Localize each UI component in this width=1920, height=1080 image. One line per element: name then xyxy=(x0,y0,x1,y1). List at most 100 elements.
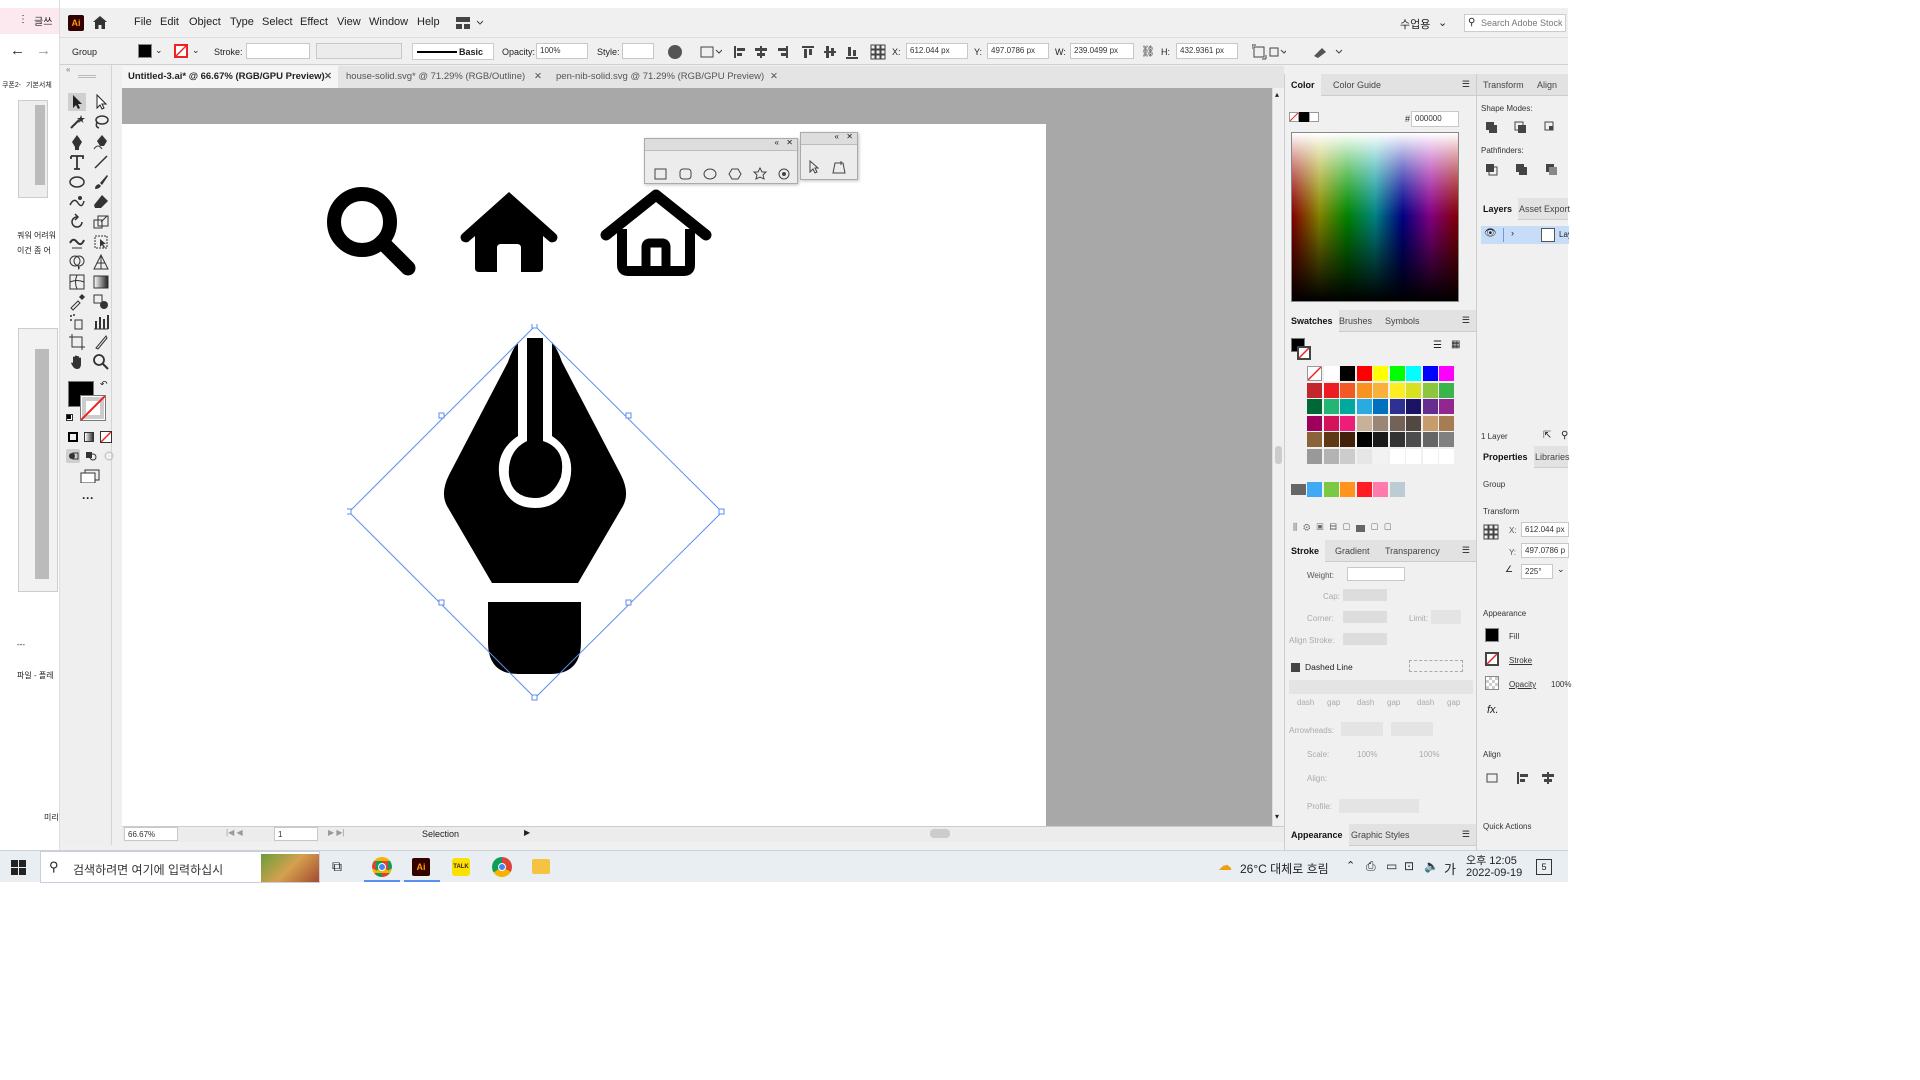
close-icon[interactable]: ✕ xyxy=(324,66,332,88)
arrowhead-end-select[interactable] xyxy=(1391,722,1433,736)
color-swatch[interactable] xyxy=(1307,366,1322,381)
menu-view[interactable]: View xyxy=(337,16,361,28)
workspace-layout-icon[interactable] xyxy=(456,17,486,29)
align-to-icon[interactable] xyxy=(700,45,722,59)
list-view-icon[interactable]: ☰ xyxy=(1433,340,1442,351)
tab-brushes[interactable]: Brushes xyxy=(1333,310,1378,332)
cap-buttons[interactable] xyxy=(1343,589,1387,601)
anchor-point-tools[interactable] xyxy=(807,159,851,175)
dashed-line-checkbox[interactable] xyxy=(1291,663,1300,672)
align-buttons[interactable] xyxy=(732,44,862,60)
forward-arrow-icon[interactable]: → xyxy=(36,42,51,59)
limit-field[interactable] xyxy=(1431,610,1461,624)
tab-align[interactable]: Align xyxy=(1531,74,1563,96)
color-swatch[interactable] xyxy=(1340,382,1355,398)
home-icon[interactable] xyxy=(92,15,108,30)
panel-grip[interactable] xyxy=(78,75,96,78)
recolor-artwork-icon[interactable] xyxy=(668,45,682,59)
draw-normal-icon[interactable] xyxy=(66,449,80,463)
color-swatch[interactable] xyxy=(1340,366,1355,381)
artboard-first-prev-icon[interactable]: |◀ ◀ xyxy=(226,828,243,837)
gradient-mode-icon[interactable] xyxy=(84,432,94,442)
color-swatch[interactable] xyxy=(1406,366,1421,381)
color-swatch[interactable] xyxy=(1406,448,1421,464)
shape-mode-buttons[interactable] xyxy=(1485,120,1565,134)
color-swatch[interactable] xyxy=(1373,366,1388,381)
workspace-switcher[interactable]: 수업용 xyxy=(1400,16,1430,32)
close-icon[interactable]: ✕ xyxy=(786,138,793,147)
color-swatch[interactable] xyxy=(1389,399,1405,414)
menu-help[interactable]: Help xyxy=(417,16,440,28)
line-segment-tool-icon[interactable] xyxy=(92,153,110,171)
shape-tools-row[interactable] xyxy=(653,167,791,181)
tab-color[interactable]: Color xyxy=(1285,74,1321,96)
tab-house-solid[interactable]: house-solid.svg* @ 71.29% (RGB/Outline) ✕ xyxy=(340,66,548,88)
color-swatch[interactable] xyxy=(1340,415,1355,431)
color-swatch[interactable] xyxy=(1389,366,1405,381)
color-swatch[interactable] xyxy=(1307,415,1322,431)
color-swatch[interactable] xyxy=(1307,482,1322,497)
slice-tool-icon[interactable] xyxy=(92,333,110,351)
mesh-tool-icon[interactable] xyxy=(68,273,86,291)
export-icon[interactable]: ⇱ xyxy=(1543,430,1551,441)
chevron-down-icon[interactable]: ⌄ xyxy=(1438,16,1447,29)
properties-opacity-value[interactable]: 100% xyxy=(1551,680,1571,689)
tab-layers[interactable]: Layers xyxy=(1477,198,1519,220)
lasso-tool-icon[interactable] xyxy=(92,113,110,131)
grid-view-icon[interactable]: ▦ xyxy=(1451,339,1460,350)
search-icon[interactable]: ⚲ xyxy=(1561,430,1568,441)
align-stroke-buttons[interactable] xyxy=(1343,633,1387,645)
tab-color-guide[interactable]: Color Guide xyxy=(1327,74,1387,96)
color-swatch[interactable] xyxy=(1422,448,1438,464)
swatch-group[interactable] xyxy=(1289,482,1469,498)
swatch-stroke-indicator[interactable] xyxy=(1297,346,1311,360)
color-swatch[interactable] xyxy=(1373,382,1388,398)
chevron-down-icon[interactable]: ⌄ xyxy=(192,45,200,56)
draw-inside-icon[interactable] xyxy=(102,449,116,463)
color-swatch[interactable] xyxy=(1422,432,1438,447)
horizontal-scrollbar[interactable] xyxy=(540,829,1320,839)
menu-file[interactable]: File xyxy=(134,16,152,28)
tab-transform[interactable]: Transform xyxy=(1477,74,1530,96)
selection-bounding-box[interactable] xyxy=(347,324,727,704)
color-swatch[interactable] xyxy=(1307,382,1322,398)
color-swatch[interactable] xyxy=(1389,482,1405,497)
color-swatch[interactable] xyxy=(1356,482,1372,497)
color-swatch[interactable] xyxy=(1373,415,1388,431)
color-swatch[interactable] xyxy=(1323,415,1339,431)
color-swatch[interactable] xyxy=(1373,399,1388,414)
color-swatch[interactable] xyxy=(1340,482,1355,497)
stroke-swatch[interactable] xyxy=(174,44,188,58)
color-swatch[interactable] xyxy=(1373,448,1388,464)
corner-buttons[interactable] xyxy=(1343,611,1387,623)
color-swatch[interactable] xyxy=(1406,415,1421,431)
swatch-actions[interactable]: ⫼⚙▣▤▢▆▢▢ xyxy=(1293,522,1471,534)
properties-angle-field[interactable]: 225° xyxy=(1521,564,1553,579)
properties-align-buttons[interactable] xyxy=(1485,770,1569,786)
w-field[interactable]: 239.0499 px xyxy=(1070,43,1134,59)
color-swatch[interactable] xyxy=(1389,448,1405,464)
ellipse-tool-icon[interactable] xyxy=(68,173,86,191)
chevron-down-icon[interactable]: ⌄ xyxy=(155,45,163,56)
properties-y-field[interactable]: 497.0786 p xyxy=(1521,543,1569,558)
shape-builder-tool-icon[interactable] xyxy=(68,253,86,271)
clock-date[interactable]: 2022-09-19 xyxy=(1466,867,1522,879)
tab-asset-export[interactable]: Asset Export xyxy=(1513,198,1576,220)
close-icon[interactable]: ✕ xyxy=(770,66,778,88)
color-swatch[interactable] xyxy=(1389,432,1405,447)
panel-menu-icon[interactable]: ☰ xyxy=(1462,545,1470,556)
collapse-icon[interactable]: « xyxy=(835,132,839,141)
zoom-tool-icon[interactable] xyxy=(92,353,110,371)
color-swatch[interactable] xyxy=(1340,448,1355,464)
color-swatch[interactable] xyxy=(1422,382,1438,398)
collapse-icon[interactable]: « xyxy=(62,65,110,74)
stock-search-input[interactable]: ⚲ Search Adobe Stock xyxy=(1464,14,1566,32)
stroke-color-box[interactable] xyxy=(80,395,106,421)
panel-menu-icon[interactable]: ☰ xyxy=(1462,315,1470,326)
panel-menu-icon[interactable]: ☰ xyxy=(1462,829,1470,840)
vertical-scrollbar[interactable]: ▴ ▾ xyxy=(1272,88,1284,826)
tray-chevron-up-icon[interactable]: ⌃ xyxy=(1346,859,1355,872)
artboard-tool-icon[interactable] xyxy=(68,333,86,351)
default-fill-stroke-icon[interactable] xyxy=(66,414,73,421)
color-swatch[interactable] xyxy=(1439,366,1454,381)
